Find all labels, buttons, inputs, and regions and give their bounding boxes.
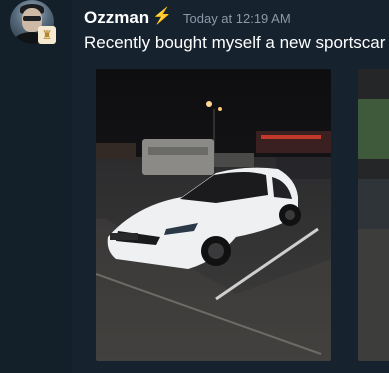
message-gutter: ♜	[0, 0, 72, 373]
second-photo	[358, 69, 389, 361]
attachment-image-2[interactable]	[358, 69, 389, 361]
message-text: Recently bought myself a new sportscar	[84, 33, 386, 52]
sportscar-photo	[96, 69, 331, 361]
chess-rook-icon: ♜	[38, 26, 56, 44]
username[interactable]: Ozzman	[84, 8, 149, 28]
message-timestamp[interactable]: Today at 12:19 AM	[183, 11, 291, 26]
avatar-sunglasses	[23, 16, 41, 21]
lightning-bolt-icon: ⚡	[152, 8, 172, 25]
attachment-image[interactable]	[96, 69, 331, 361]
